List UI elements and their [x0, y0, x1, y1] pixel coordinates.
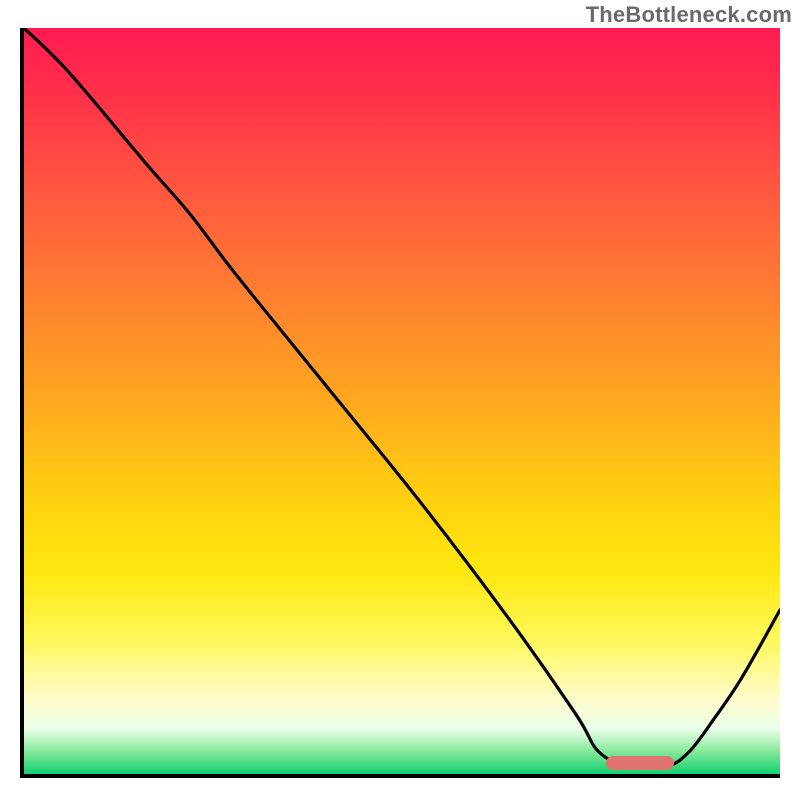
optimal-range-marker: [606, 756, 674, 770]
bottleneck-curve: [24, 28, 780, 768]
curve-svg: [24, 28, 780, 774]
plot-frame: [20, 28, 780, 778]
chart-container: TheBottleneck.com: [0, 0, 800, 800]
watermark-text: TheBottleneck.com: [586, 2, 792, 28]
